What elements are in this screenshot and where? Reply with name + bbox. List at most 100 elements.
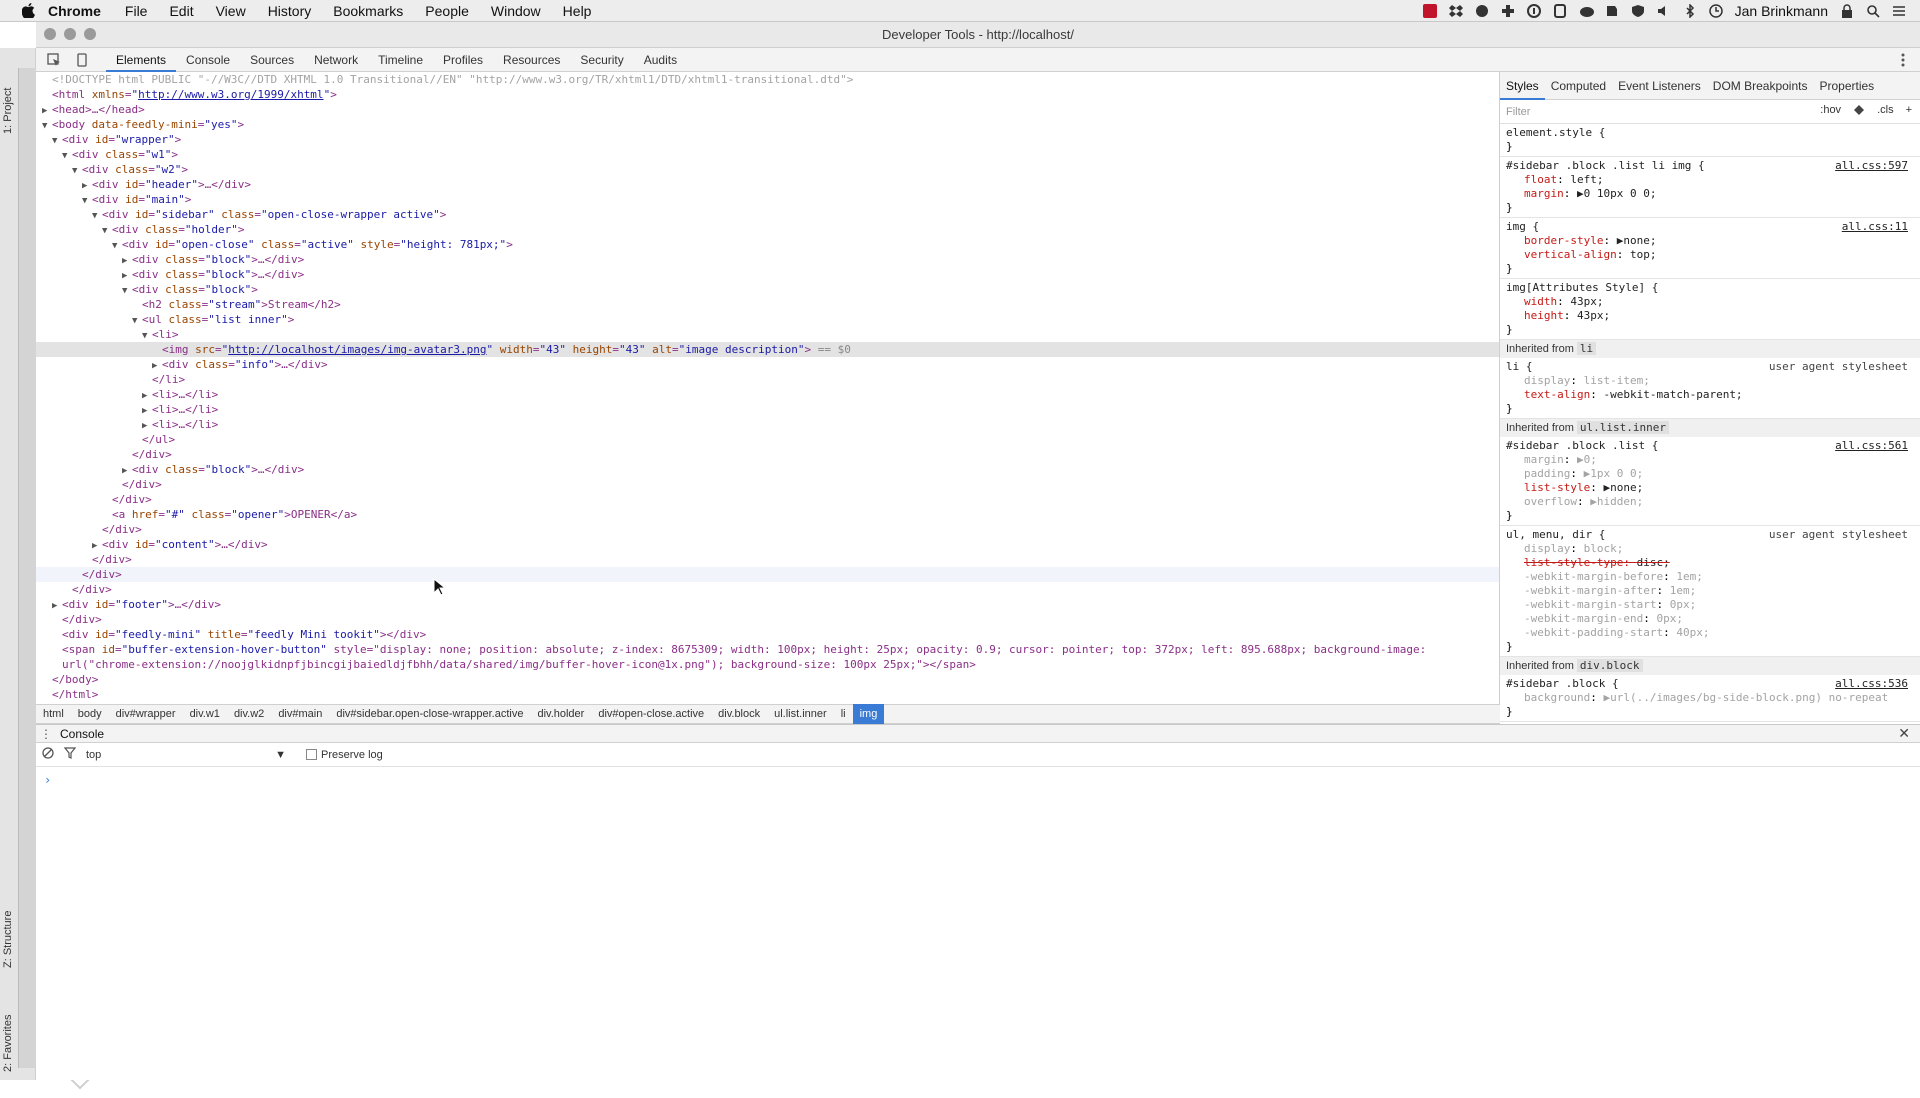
- dom-node[interactable]: ▶ <div id="footer">…</div>: [36, 597, 1499, 612]
- dom-node[interactable]: url("chrome-extension://noojglkidnpfjbin…: [36, 657, 1499, 672]
- rule-selector[interactable]: img[Attributes Style] {: [1506, 281, 1914, 295]
- dom-node[interactable]: </div>: [36, 492, 1499, 507]
- css-property-value[interactable]: ▶0;: [1577, 453, 1597, 466]
- close-drawer-icon[interactable]: ✕: [1898, 725, 1910, 742]
- tab-sources[interactable]: Sources: [240, 48, 304, 72]
- css-property-name[interactable]: height: [1524, 309, 1564, 322]
- breadcrumb-item[interactable]: div.holder: [530, 704, 591, 724]
- dom-node[interactable]: ▼ <div class="w2">: [36, 162, 1499, 177]
- dom-node[interactable]: ▼ <ul class="list inner">: [36, 312, 1499, 327]
- css-property-name[interactable]: -webkit-margin-after: [1524, 584, 1656, 597]
- structure-tool-tab[interactable]: Z: Structure: [2, 911, 14, 968]
- css-declaration[interactable]: display: block;: [1506, 542, 1914, 556]
- hov-toggle[interactable]: :hov: [1820, 104, 1841, 119]
- breadcrumb-item[interactable]: div#wrapper: [109, 704, 183, 724]
- css-declaration[interactable]: margin: ▶0 10px 0 0;: [1506, 187, 1914, 201]
- css-declaration[interactable]: padding: ▶1px 0 0;: [1506, 467, 1914, 481]
- dom-node[interactable]: ▼ <li>: [36, 327, 1499, 342]
- css-property-name[interactable]: width: [1524, 295, 1557, 308]
- css-property-value[interactable]: list-item;: [1584, 374, 1650, 387]
- dom-node-selected[interactable]: <img src="http://localhost/images/img-av…: [36, 342, 1499, 357]
- dom-node[interactable]: ▼ <div class="block">: [36, 282, 1499, 297]
- new-rule-icon[interactable]: +: [1906, 104, 1912, 119]
- css-declaration[interactable]: width: 43px;: [1506, 295, 1914, 309]
- css-declaration[interactable]: vertical-align: top;: [1506, 248, 1914, 262]
- plus-icon[interactable]: [1501, 4, 1515, 18]
- css-property-name[interactable]: -webkit-margin-start: [1524, 598, 1656, 611]
- css-property-name[interactable]: margin: [1524, 453, 1564, 466]
- css-declaration[interactable]: overflow: ▶hidden;: [1506, 495, 1914, 509]
- dom-node[interactable]: ▼ <body data-feedly-mini="yes">: [36, 117, 1499, 132]
- breadcrumb-item[interactable]: div#sidebar.open-close-wrapper.active: [329, 704, 530, 724]
- css-declaration[interactable]: -webkit-margin-end: 0px;: [1506, 612, 1914, 626]
- dom-node[interactable]: </div>: [36, 567, 1499, 582]
- source-link[interactable]: all.css:536: [1835, 677, 1908, 690]
- dom-node[interactable]: ▶ <div class="info">…</div>: [36, 357, 1499, 372]
- css-declaration[interactable]: -webkit-margin-after: 1em;: [1506, 584, 1914, 598]
- css-declaration[interactable]: margin: ▶0;: [1506, 453, 1914, 467]
- css-declaration[interactable]: -webkit-margin-before: 1em;: [1506, 570, 1914, 584]
- css-property-name[interactable]: list-style: [1524, 481, 1590, 494]
- dom-node[interactable]: ▼ <div id="open-close" class="active" sty…: [36, 237, 1499, 252]
- dom-node[interactable]: </div>: [36, 522, 1499, 537]
- css-property-name[interactable]: -webkit-padding-start: [1524, 626, 1663, 639]
- css-property-name[interactable]: display: [1524, 542, 1570, 555]
- dom-node[interactable]: ▼ <div class="holder">: [36, 222, 1499, 237]
- dom-node[interactable]: </ul>: [36, 432, 1499, 447]
- more-options-icon[interactable]: [1898, 51, 1908, 69]
- css-property-value[interactable]: 0px;: [1670, 598, 1697, 611]
- breadcrumb-item[interactable]: div.w2: [227, 704, 271, 724]
- menu-bookmarks[interactable]: Bookmarks: [333, 3, 403, 19]
- css-property-value[interactable]: ▶0 10px 0 0;: [1577, 187, 1656, 200]
- dom-node[interactable]: </div>: [36, 582, 1499, 597]
- tab-timeline[interactable]: Timeline: [368, 48, 433, 72]
- notification-center-icon[interactable]: [1892, 4, 1906, 18]
- css-declaration[interactable]: border-style: ▶none;: [1506, 234, 1914, 248]
- breadcrumb-item[interactable]: li: [834, 704, 853, 724]
- tab-resources[interactable]: Resources: [493, 48, 570, 72]
- dom-node[interactable]: ▶ <li>…</li>: [36, 402, 1499, 417]
- css-property-name[interactable]: border-style: [1524, 234, 1603, 247]
- css-declaration[interactable]: -webkit-margin-start: 0px;: [1506, 598, 1914, 612]
- css-declaration[interactable]: height: 43px;: [1506, 309, 1914, 323]
- user-name[interactable]: Jan Brinkmann: [1735, 3, 1828, 19]
- css-property-value[interactable]: disc;: [1637, 556, 1670, 569]
- breadcrumb-item[interactable]: div.w1: [183, 704, 227, 724]
- inherited-selector[interactable]: li: [1576, 342, 1597, 355]
- menu-view[interactable]: View: [216, 3, 246, 19]
- breadcrumb-item[interactable]: body: [71, 704, 109, 724]
- dom-node[interactable]: </div>: [36, 552, 1499, 567]
- menu-help[interactable]: Help: [563, 3, 592, 19]
- rule-selector[interactable]: element.style {: [1506, 126, 1914, 140]
- info-icon[interactable]: [1526, 4, 1541, 18]
- menu-file[interactable]: File: [125, 3, 148, 19]
- breadcrumb-item[interactable]: html: [36, 704, 71, 724]
- dom-node[interactable]: ▼ <div class="w1">: [36, 147, 1499, 162]
- css-declaration[interactable]: -webkit-padding-start: 40px;: [1506, 626, 1914, 640]
- dom-node[interactable]: ▶ <head>…</head>: [36, 102, 1499, 117]
- css-property-name[interactable]: list-style-type: [1524, 556, 1623, 569]
- css-declaration[interactable]: display: list-item;: [1506, 374, 1914, 388]
- volume-icon[interactable]: [1657, 4, 1671, 18]
- dom-node[interactable]: ▶ <div id="header">…</div>: [36, 177, 1499, 192]
- css-property-value[interactable]: 43px;: [1570, 295, 1603, 308]
- tab-computed[interactable]: Computed: [1545, 79, 1612, 93]
- dom-node[interactable]: </div>: [36, 477, 1499, 492]
- tab-properties[interactable]: Properties: [1813, 79, 1880, 93]
- source-link[interactable]: all.css:561: [1835, 439, 1908, 452]
- menu-window[interactable]: Window: [491, 3, 541, 19]
- dom-node[interactable]: ▶ <div id="content">…</div>: [36, 537, 1499, 552]
- menu-history[interactable]: History: [268, 3, 312, 19]
- context-selector[interactable]: top ▼: [86, 749, 286, 761]
- tab-network[interactable]: Network: [304, 48, 368, 72]
- css-property-value[interactable]: ▶none;: [1603, 481, 1643, 494]
- dom-node[interactable]: </li>: [36, 372, 1499, 387]
- tab-styles[interactable]: Styles: [1500, 72, 1545, 100]
- css-declaration[interactable]: background: ▶url(../images/bg-side-block…: [1506, 691, 1914, 705]
- styles-filter-input[interactable]: Filter: [1506, 106, 1530, 118]
- tab-elements[interactable]: Elements: [106, 48, 177, 72]
- css-property-value[interactable]: ▶1px 0 0;: [1584, 467, 1644, 480]
- css-property-name[interactable]: background: [1524, 691, 1590, 704]
- css-property-name[interactable]: -webkit-margin-before: [1524, 570, 1663, 583]
- dom-node[interactable]: <span id="buffer-extension-hover-button"…: [36, 642, 1499, 657]
